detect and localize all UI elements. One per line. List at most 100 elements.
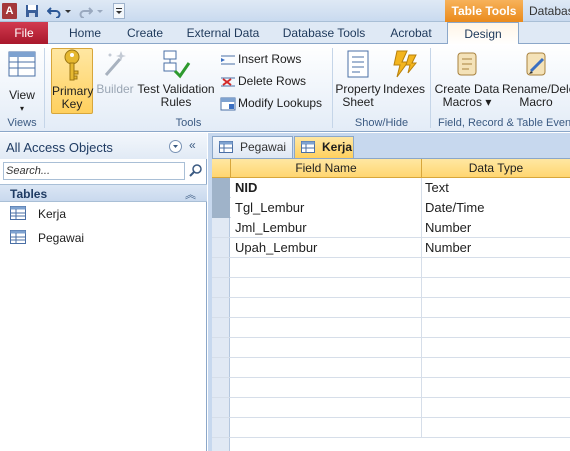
- modify-lookups-button[interactable]: Modify Lookups: [220, 96, 322, 111]
- data-type-cell[interactable]: [422, 298, 570, 318]
- data-type-cell[interactable]: [422, 378, 570, 398]
- tab-external-data[interactable]: External Data: [178, 22, 268, 44]
- table-row[interactable]: [212, 338, 570, 358]
- table-row[interactable]: [212, 278, 570, 298]
- collapse-chevron-icon[interactable]: ︽: [185, 186, 196, 202]
- table-row[interactable]: Jml_Lembur Number: [212, 218, 570, 238]
- table-row[interactable]: NID Text: [212, 178, 570, 198]
- table-row[interactable]: [212, 318, 570, 338]
- data-type-cell[interactable]: [422, 418, 570, 438]
- property-sheet-icon: [347, 50, 369, 78]
- data-type-cell[interactable]: Number: [422, 238, 570, 258]
- field-name-cell[interactable]: [231, 418, 422, 438]
- undo-icon[interactable]: [47, 4, 61, 18]
- table-row[interactable]: [212, 258, 570, 278]
- tools-group-label: Tools: [175, 117, 202, 129]
- rename-delete-macro-button[interactable]: Rename/Delete Macro: [502, 49, 570, 113]
- delete-rows-label: Delete Rows: [238, 74, 307, 88]
- row-selector[interactable]: [212, 238, 230, 258]
- test-validation-label-2: Rules: [160, 95, 192, 109]
- nav-search-input[interactable]: Search...: [3, 162, 185, 180]
- builder-button[interactable]: Builder: [96, 49, 134, 113]
- field-name-cell[interactable]: Tgl_Lembur: [231, 198, 422, 218]
- save-icon[interactable]: [25, 4, 39, 18]
- field-name-cell[interactable]: [231, 258, 422, 278]
- tab-create[interactable]: Create: [118, 22, 172, 44]
- tab-acrobat[interactable]: Acrobat: [382, 22, 440, 44]
- data-type-cell[interactable]: Text: [422, 178, 570, 198]
- data-type-cell[interactable]: [422, 398, 570, 418]
- row-selector[interactable]: [212, 218, 230, 238]
- primary-key-button[interactable]: Primary Key: [51, 48, 93, 114]
- modify-lookups-icon: [220, 97, 236, 111]
- nav-title[interactable]: All Access Objects: [6, 140, 113, 155]
- field-name-cell[interactable]: [231, 318, 422, 338]
- data-type-cell[interactable]: [422, 258, 570, 278]
- undo-dropdown-icon[interactable]: [64, 4, 72, 18]
- indexes-label: Indexes: [382, 82, 426, 96]
- data-type-cell[interactable]: [422, 278, 570, 298]
- field-name-cell[interactable]: [231, 298, 422, 318]
- nav-item-pegawai[interactable]: Pegawai: [10, 229, 200, 247]
- header-corner[interactable]: [212, 159, 231, 178]
- primary-key-label-2: Key: [61, 97, 83, 111]
- table-row[interactable]: [212, 398, 570, 418]
- document-area: Pegawai Kerja Field Name Data Type NID T…: [208, 133, 570, 451]
- data-type-cell[interactable]: [422, 358, 570, 378]
- nav-item-kerja[interactable]: Kerja: [10, 205, 200, 223]
- nav-section-label: Tables: [10, 187, 48, 201]
- field-name-cell[interactable]: [231, 378, 422, 398]
- table-row[interactable]: Tgl_Lembur Date/Time: [212, 198, 570, 218]
- property-sheet-button[interactable]: Property Sheet: [335, 49, 381, 113]
- doc-tab-kerja[interactable]: Kerja: [294, 136, 354, 158]
- field-name-cell[interactable]: [231, 338, 422, 358]
- view-button[interactable]: View ▾: [3, 49, 41, 113]
- indexes-button[interactable]: Indexes: [382, 49, 426, 113]
- delete-rows-button[interactable]: Delete Rows: [220, 74, 306, 89]
- table-icon: [301, 141, 315, 153]
- table-design-grid: Field Name Data Type NID Text Tgl_Lembur…: [212, 158, 570, 451]
- table-row[interactable]: [212, 378, 570, 398]
- header-data-type[interactable]: Data Type: [422, 159, 570, 178]
- redo-icon[interactable]: [79, 4, 93, 18]
- table-row[interactable]: Upah_Lembur Number: [212, 238, 570, 258]
- table-row[interactable]: [212, 418, 570, 438]
- field-name-cell[interactable]: NID: [231, 178, 422, 198]
- access-app-icon[interactable]: A: [2, 3, 17, 19]
- shutter-bar-collapse-icon[interactable]: «: [189, 138, 196, 152]
- tab-home[interactable]: Home: [56, 22, 114, 44]
- data-type-cell[interactable]: [422, 318, 570, 338]
- data-type-cell[interactable]: Number: [422, 218, 570, 238]
- tab-database-tools[interactable]: Database Tools: [272, 22, 376, 44]
- test-validation-rules-button[interactable]: Test Validation Rules: [136, 49, 216, 113]
- nav-section-tables[interactable]: Tables ︽: [0, 184, 207, 202]
- indexes-lightning-icon: [393, 50, 418, 78]
- redo-dropdown-icon[interactable]: [96, 4, 104, 18]
- data-type-cell[interactable]: [422, 338, 570, 358]
- table-row[interactable]: [212, 358, 570, 378]
- field-name-cell[interactable]: [231, 358, 422, 378]
- doc-tab-pegawai[interactable]: Pegawai: [212, 136, 293, 158]
- data-type-cell[interactable]: Date/Time: [422, 198, 570, 218]
- nav-menu-dropdown-icon[interactable]: [169, 140, 182, 153]
- show-hide-group-label: Show/Hide: [354, 117, 409, 129]
- field-name-cell[interactable]: Upah_Lembur: [231, 238, 422, 258]
- delete-rows-icon: [221, 77, 235, 87]
- nav-header: All Access Objects «: [0, 133, 207, 159]
- table-row[interactable]: [212, 298, 570, 318]
- row-selector[interactable]: [212, 178, 230, 198]
- header-field-name[interactable]: Field Name: [231, 159, 422, 178]
- create-data-macros-label-2: Macros ▾: [442, 95, 492, 109]
- tab-design[interactable]: Design: [447, 22, 519, 45]
- row-selector[interactable]: [212, 198, 230, 218]
- field-name-cell[interactable]: [231, 278, 422, 298]
- view-icon: [8, 51, 36, 77]
- field-name-cell[interactable]: [231, 398, 422, 418]
- create-data-macros-button[interactable]: Create Data Macros ▾: [434, 49, 500, 113]
- search-icon[interactable]: [189, 163, 203, 177]
- tab-file[interactable]: File: [0, 22, 48, 44]
- field-name-cell[interactable]: Jml_Lembur: [231, 218, 422, 238]
- insert-rows-button[interactable]: Insert Rows: [220, 52, 301, 67]
- customize-qat-icon[interactable]: [113, 3, 125, 19]
- grid-header: Field Name Data Type: [212, 159, 570, 178]
